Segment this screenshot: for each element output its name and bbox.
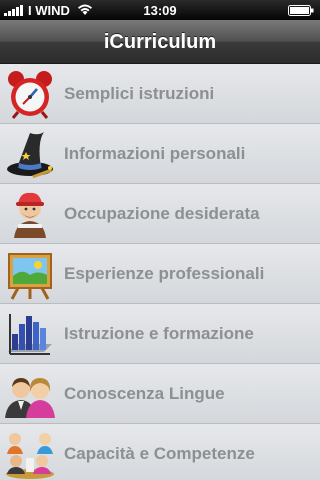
menu-item-label: Occupazione desiderata (64, 204, 260, 223)
menu-item-label: Informazioni personali (64, 144, 246, 163)
group-icon (6, 433, 54, 479)
menu-item-esperienze-professionali[interactable]: Esperienze professionali (0, 244, 320, 304)
menu-item-informazioni-personali[interactable]: Informazioni personali (0, 124, 320, 184)
menu-item-occupazione-desiderata[interactable]: Occupazione desiderata (0, 184, 320, 244)
status-bar: I WIND 13:09 (0, 0, 320, 20)
menu-item-istruzione-formazione[interactable]: Istruzione e formazione (0, 304, 320, 364)
menu-item-label: Semplici istruzioni (64, 84, 215, 103)
menu-item-semplici-istruzioni[interactable]: Semplici istruzioni (0, 64, 320, 124)
menu-item-label: Istruzione e formazione (64, 324, 254, 343)
people-icon (5, 378, 55, 418)
menu-item-label: Capacità e Competenze (64, 444, 255, 463)
bar-chart-icon (8, 314, 52, 355)
navigation-bar: iCurriculum (0, 20, 320, 64)
app-title: iCurriculum (103, 31, 217, 53)
menu-list: Semplici istruzioni Informazioni persona… (0, 64, 320, 480)
menu-item-capacita-competenze[interactable]: Capacità e Competenze (0, 424, 320, 480)
easel-landscape-icon (8, 253, 52, 300)
wizard-hat-icon (7, 132, 53, 179)
status-time: 13:09 (143, 3, 177, 18)
battery-icon (288, 5, 314, 16)
menu-item-label: Esperienze professionali (64, 264, 265, 283)
alarm-clock-icon (8, 71, 52, 119)
menu-item-label: Conoscenza Lingue (64, 384, 225, 403)
worker-icon (14, 192, 46, 238)
menu-item-conoscenza-lingue[interactable]: Conoscenza Lingue (0, 364, 320, 424)
